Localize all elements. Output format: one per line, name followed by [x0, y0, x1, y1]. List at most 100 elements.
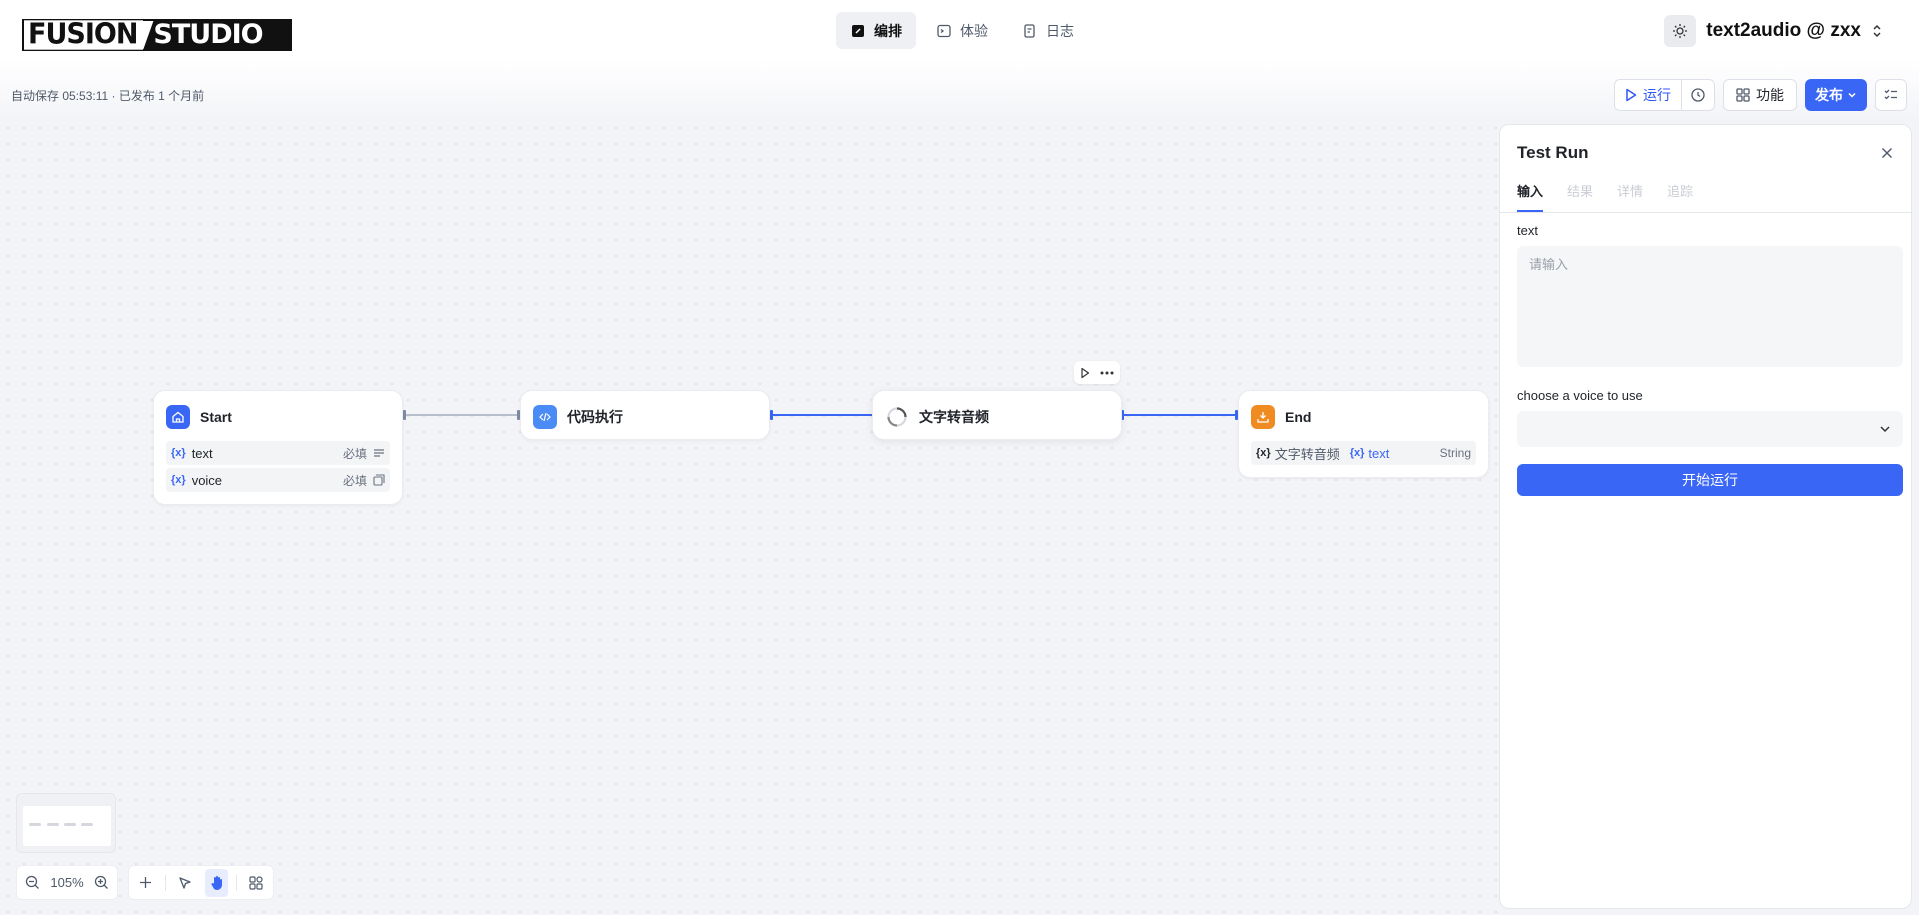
output-var-icon: {x}	[1256, 447, 1271, 459]
node-toolbar	[1074, 361, 1120, 384]
zoom-out-icon[interactable]	[25, 875, 40, 890]
start-var-text: {x} text 必填	[166, 441, 390, 465]
publish-label: 发布	[1815, 87, 1843, 103]
minimap-node	[64, 823, 76, 826]
loading-spinner-icon	[885, 405, 909, 429]
tab-label: 体验	[960, 22, 988, 39]
minimap-viewport	[23, 806, 111, 846]
end-node[interactable]: End {x} 文字转音频 {x} text String	[1238, 390, 1489, 478]
chevron-down-icon	[1880, 426, 1890, 433]
close-icon	[1882, 148, 1892, 158]
separator	[236, 874, 237, 891]
feature-button[interactable]: 功能	[1723, 79, 1797, 111]
more-icon[interactable]	[1100, 371, 1114, 375]
minimap-node	[29, 823, 41, 826]
hand-mode-button[interactable]	[204, 868, 229, 897]
start-node[interactable]: Start {x} text 必填 {x} voice 必填	[153, 390, 403, 505]
home-icon	[166, 405, 190, 429]
variable-icon: {x}	[171, 474, 186, 486]
panel-title: Test Run	[1517, 143, 1589, 162]
var-name: voice	[191, 472, 223, 488]
close-button[interactable]	[1881, 143, 1893, 164]
feature-label: 功能	[1756, 87, 1784, 103]
required-label: 必填	[342, 446, 367, 461]
run-history-button[interactable]	[1681, 80, 1714, 110]
logo-text-left: FUSION	[24, 20, 144, 50]
top-nav: 编排 体验 日志	[836, 12, 1088, 49]
run-label: 运行	[1643, 87, 1671, 103]
publish-button[interactable]: 发布	[1805, 79, 1867, 111]
autosave-status: 自动保存 05:53:11 · 已发布 1 个月前	[11, 89, 205, 103]
code-icon	[533, 405, 557, 429]
run-node-icon[interactable]	[1080, 367, 1090, 379]
tts-node[interactable]: 文字转音频	[872, 390, 1122, 440]
tab-detail[interactable]: 详情	[1617, 181, 1643, 212]
tab-logs[interactable]: 日志	[1008, 12, 1088, 49]
logo-text-right: STUDIO	[143, 21, 290, 49]
chevron-updown-icon	[1873, 24, 1881, 38]
tab-label: 编排	[874, 22, 902, 39]
output-var-name: text	[1368, 445, 1390, 461]
run-button[interactable]: 运行	[1615, 80, 1681, 110]
separator	[165, 874, 166, 891]
start-run-button[interactable]: 开始运行	[1517, 464, 1903, 496]
play-icon	[1626, 88, 1637, 102]
checklist-button[interactable]	[1875, 79, 1907, 111]
theme-toggle[interactable]	[1664, 15, 1697, 47]
edge-handle	[403, 410, 406, 420]
node-header: End	[1239, 391, 1488, 429]
organize-button[interactable]	[245, 869, 268, 897]
edge-tts-end	[1123, 414, 1238, 416]
edit-icon	[852, 24, 864, 37]
pointer-icon	[179, 876, 192, 889]
variable-icon: {x}	[1349, 447, 1365, 459]
minimap[interactable]	[16, 793, 116, 853]
checklist-icon	[1884, 89, 1897, 100]
top-bar: FUSION STUDIO 编排 体验 日志 text2audio @ zxx	[0, 0, 1919, 60]
panel-tabs: 输入 结果 详情 追踪	[1517, 181, 1693, 212]
code-node[interactable]: 代码执行	[520, 390, 770, 440]
text-field-label: text	[1517, 223, 1538, 238]
fusion-studio-logo: FUSION STUDIO	[22, 19, 292, 51]
zoom-in-icon[interactable]	[94, 875, 109, 890]
app-selector[interactable]: text2audio @ zxx	[1664, 15, 1883, 47]
text-input[interactable]	[1517, 246, 1903, 367]
tab-input[interactable]: 输入	[1517, 181, 1544, 212]
plus-icon	[140, 877, 152, 888]
voice-field-label: choose a voice to use	[1517, 388, 1643, 403]
output-source: 文字转音频	[1274, 446, 1340, 462]
minimap-node	[47, 823, 59, 826]
log-icon	[1024, 23, 1035, 38]
add-node-button[interactable]	[134, 869, 157, 897]
end-icon	[1251, 405, 1275, 429]
app-name: text2audio @ zxx	[1706, 20, 1861, 41]
minimap-node	[81, 823, 93, 826]
start-var-voice: {x} voice 必填	[166, 468, 390, 492]
zoom-level[interactable]: 105%	[50, 875, 83, 890]
node-title: Start	[200, 409, 232, 425]
workflow-canvas[interactable]	[0, 120, 1500, 915]
tabs-divider	[1500, 212, 1911, 213]
voice-select[interactable]	[1517, 411, 1903, 447]
tab-experience[interactable]: 体验	[922, 12, 1002, 49]
sun-icon	[1673, 24, 1688, 38]
node-title: 代码执行	[567, 409, 623, 425]
node-title: End	[1285, 409, 1312, 425]
variable-icon: {x}	[171, 447, 186, 459]
grid-icon	[1736, 88, 1750, 102]
select-icon	[373, 474, 385, 486]
tab-orchestrate[interactable]: 编排	[836, 12, 916, 49]
pointer-mode-button[interactable]	[174, 869, 197, 897]
edge-handle	[770, 410, 773, 420]
terminal-icon	[937, 24, 951, 37]
node-header: Start	[154, 391, 402, 429]
end-output-row: {x} 文字转音频 {x} text String	[1251, 441, 1476, 465]
output-type: String	[1439, 446, 1471, 460]
required-label: 必填	[342, 473, 367, 488]
tab-result[interactable]: 结果	[1567, 181, 1593, 212]
tab-trace[interactable]: 追踪	[1667, 181, 1693, 212]
canvas-toolbar: 运行 功能 发布	[1614, 79, 1907, 111]
hand-icon	[210, 875, 222, 890]
tab-label: 日志	[1046, 22, 1074, 39]
node-header: 代码执行	[521, 391, 769, 429]
